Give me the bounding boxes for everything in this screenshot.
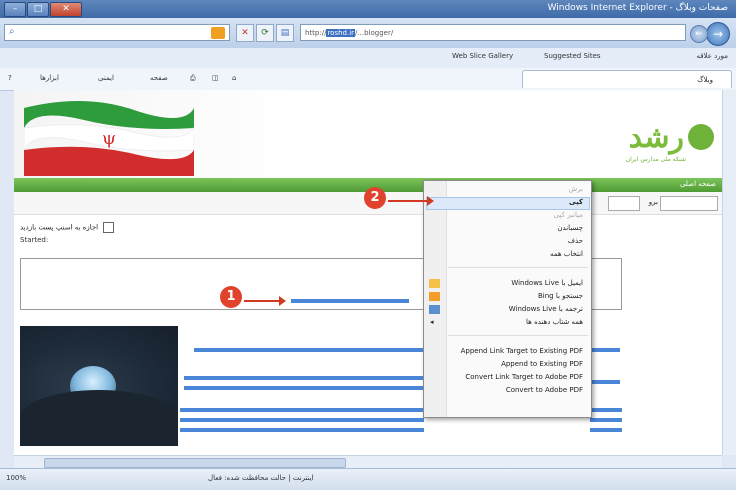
selected-text-line[interactable] <box>180 408 424 412</box>
menu-item-append-pdf[interactable]: Append to Existing PDF <box>501 360 583 368</box>
callout-arrow-1 <box>244 296 286 306</box>
search-input[interactable]: ⌕ <box>4 24 230 41</box>
selected-text-line[interactable] <box>184 386 424 390</box>
address-buttons: ✕ ⟳ ▤ <box>236 24 294 42</box>
refresh-icon[interactable]: ⟳ <box>256 24 274 42</box>
suggested-sites-link[interactable]: Suggested Sites <box>544 52 601 60</box>
selected-text-line[interactable] <box>194 348 424 352</box>
menu-item-copy[interactable]: کپی <box>569 198 583 206</box>
print-icon[interactable]: ⎙ <box>190 74 196 83</box>
forward-arrow-icon[interactable]: ← <box>690 25 708 43</box>
post-image <box>20 326 178 446</box>
nav-link-home[interactable]: صفحه اصلی <box>680 180 716 188</box>
zoom-level[interactable]: 100% <box>6 474 26 482</box>
window-title: صفحات وبلاگ - Windows Internet Explorer <box>547 3 728 13</box>
site-search-option[interactable] <box>608 196 640 211</box>
menu-item-copy-shortcut[interactable]: میانبر کپی <box>554 211 583 219</box>
selected-text-line[interactable] <box>180 418 424 422</box>
hill-shape <box>20 390 178 446</box>
window-controls: – □ ✕ <box>4 2 82 17</box>
submenu-arrow-icon: ◂ <box>430 318 434 326</box>
web-slice-gallery-link[interactable]: Web Slice Gallery <box>452 52 513 60</box>
context-menu: برش کپی میانبر کپی چسباندن حذف انتخاب هم… <box>423 180 592 418</box>
status-bar: 100% اینترنت | حالت محافظت شده: فعال <box>0 468 736 490</box>
bing-icon <box>211 27 225 39</box>
url-domain: roshd.ir <box>326 29 356 37</box>
page-menu[interactable]: صفحه <box>150 74 168 82</box>
web-page: ψ رشد شبکه ملی مدارس ایران صفحه اصلی برو… <box>14 90 722 455</box>
menu-item-cut[interactable]: برش <box>569 185 583 193</box>
browser-window: – □ ✕ صفحات وبلاگ - Windows Internet Exp… <box>0 0 736 490</box>
menu-item-convert-pdf[interactable]: Convert to Adobe PDF <box>506 386 583 394</box>
site-banner: ψ رشد شبکه ملی مدارس ایران <box>14 90 722 178</box>
menu-item-select-all[interactable]: انتخاب همه <box>550 250 583 258</box>
maximize-button[interactable]: □ <box>27 2 49 17</box>
url-prefix: http:// <box>305 29 327 37</box>
search-go-button[interactable]: برو <box>649 198 658 206</box>
horizontal-scrollbar[interactable] <box>14 455 722 469</box>
logo-circle-icon <box>688 124 714 150</box>
selected-text-line[interactable] <box>590 348 620 352</box>
selected-text-line[interactable] <box>590 428 622 432</box>
post-date: Started: <box>20 236 49 244</box>
favorites-button[interactable]: مورد علاقه <box>696 52 728 60</box>
selected-text-line[interactable] <box>180 428 424 432</box>
menu-item-append-link-pdf[interactable]: Append Link Target to Existing PDF <box>461 347 583 355</box>
address-row: → ← http://roshd.ir/...blogger/ ✕ ⟳ ▤ ⌕ <box>0 18 736 48</box>
allow-checkbox-label: اجازه به اسنپ پست بازدید <box>20 223 99 232</box>
tools-menu[interactable]: ابزارها <box>40 74 59 82</box>
scroll-thumb[interactable] <box>44 458 346 468</box>
iran-flag-icon: ψ <box>24 100 194 176</box>
context-menu-highlight <box>426 197 590 210</box>
email-icon <box>429 279 440 288</box>
safety-menu[interactable]: ایمنی <box>98 74 114 82</box>
menu-item-translate[interactable]: ترجمه با Windows Live <box>509 305 583 313</box>
compat-view-icon[interactable]: ▤ <box>276 24 294 42</box>
home-icon[interactable]: ⌂ <box>232 74 236 82</box>
stop-icon[interactable]: ✕ <box>236 24 254 42</box>
tab-active[interactable]: وبلاگ <box>522 70 732 88</box>
title-bar: – □ ✕ صفحات وبلاگ - Windows Internet Exp… <box>0 0 736 18</box>
feeds-icon[interactable]: ◫ <box>212 74 219 82</box>
selected-text-line[interactable] <box>590 408 622 412</box>
back-arrow-icon[interactable]: → <box>706 22 730 46</box>
selected-text-line[interactable] <box>590 418 622 422</box>
menu-separator <box>448 267 588 268</box>
search-icon[interactable]: ⌕ <box>9 26 15 37</box>
address-bar[interactable]: http://roshd.ir/...blogger/ <box>300 24 686 41</box>
menu-item-delete[interactable]: حذف <box>568 237 583 245</box>
callout-badge-2: 2 <box>364 187 386 209</box>
callout-arrow-2 <box>388 196 434 206</box>
menu-item-convert-link-pdf[interactable]: Convert Link Target to Adobe PDF <box>465 373 583 381</box>
post-options: اجازه به اسنپ پست بازدید <box>20 222 115 233</box>
translate-icon <box>429 305 440 314</box>
favorites-bar: مورد علاقه Web Slice Gallery Suggested S… <box>0 48 736 69</box>
allow-checkbox[interactable] <box>103 222 115 233</box>
menu-item-paste[interactable]: چسباندن <box>557 224 583 232</box>
bing-search-icon <box>429 292 440 301</box>
command-bar: وبلاگ صفحه ایمنی ابزارها ⎙ ◫ ⌂ ? <box>0 68 736 91</box>
close-button[interactable]: ✕ <box>50 2 82 17</box>
menu-item-all-accelerators[interactable]: همه شتاب دهنده ها <box>526 318 583 326</box>
minimize-button[interactable]: – <box>4 2 26 17</box>
roshd-logo[interactable]: رشد شبکه ملی مدارس ایران <box>594 110 714 166</box>
help-icon[interactable]: ? <box>8 74 12 82</box>
vertical-scrollbar[interactable] <box>722 90 736 455</box>
menu-separator <box>448 335 588 336</box>
selected-text[interactable] <box>291 299 409 303</box>
menu-item-search[interactable]: جستجو با Bing <box>538 292 583 300</box>
callout-badge-1: 1 <box>220 286 242 308</box>
svg-text:ψ: ψ <box>102 128 116 149</box>
site-search-input[interactable] <box>660 196 718 211</box>
security-zone: اینترنت | حالت محافظت شده: فعال <box>208 474 314 482</box>
url-path: /...blogger/ <box>355 29 394 37</box>
menu-item-email[interactable]: ایمیل با Windows Live <box>511 279 583 287</box>
selected-text-line[interactable] <box>590 380 620 384</box>
selected-text-line[interactable] <box>184 376 424 380</box>
